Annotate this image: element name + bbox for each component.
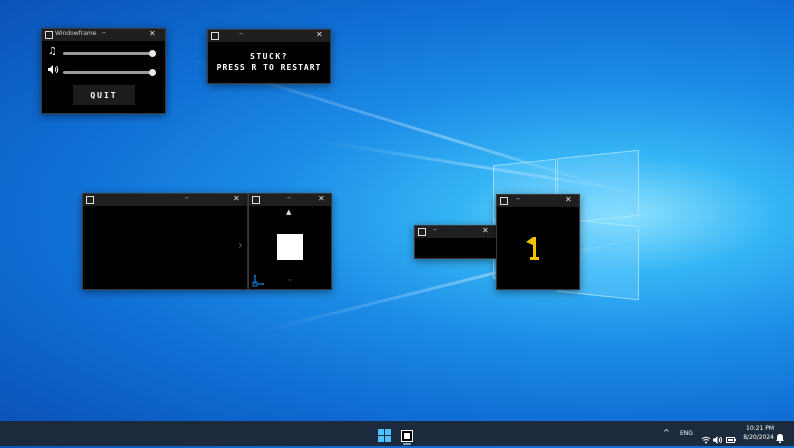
player-window[interactable]: – ✕ ▲ ⌄ bbox=[248, 193, 332, 290]
close-button[interactable]: ✕ bbox=[316, 30, 323, 39]
settings-titlebar[interactable]: Windowframe – ✕ bbox=[42, 28, 165, 41]
music-slider-track[interactable] bbox=[63, 50, 156, 57]
hint-titlebar[interactable]: – ✕ bbox=[208, 29, 330, 42]
windows-logo-icon[interactable] bbox=[378, 427, 391, 446]
wifi-icon[interactable] bbox=[701, 429, 711, 448]
window-icon bbox=[418, 228, 426, 236]
sfx-volume-slider[interactable] bbox=[48, 65, 160, 78]
active-app-indicator bbox=[403, 443, 411, 445]
minimize-button[interactable]: – bbox=[433, 225, 437, 234]
window-icon bbox=[86, 196, 94, 204]
music-volume-slider[interactable]: ♫ bbox=[48, 46, 160, 59]
notification-bell-icon[interactable] bbox=[776, 428, 784, 447]
small-platform-window[interactable]: – ✕ bbox=[414, 225, 497, 259]
clock-date[interactable]: 8/20/2024 bbox=[742, 434, 774, 441]
hint-window[interactable]: – ✕ STUCK? PRESS R TO RESTART bbox=[207, 29, 331, 84]
settings-title: Windowframe bbox=[55, 30, 97, 37]
level-left-titlebar[interactable]: – ✕ bbox=[83, 193, 247, 206]
quit-button[interactable]: QUIT bbox=[73, 85, 135, 105]
language-indicator[interactable]: ENG bbox=[680, 430, 693, 437]
jump-up-icon: ▲ bbox=[286, 208, 292, 216]
tray-chevron[interactable]: ^ bbox=[663, 428, 670, 437]
music-slider-thumb[interactable] bbox=[149, 50, 156, 57]
minimize-button[interactable]: – bbox=[239, 29, 243, 38]
hint-line-stuck: STUCK? bbox=[250, 52, 288, 61]
close-button[interactable]: ✕ bbox=[482, 226, 489, 235]
close-button[interactable]: ✕ bbox=[233, 194, 240, 203]
minimize-button[interactable]: – bbox=[102, 28, 106, 37]
minimize-button[interactable]: – bbox=[185, 193, 189, 202]
goal-window[interactable]: – ✕ bbox=[496, 194, 580, 290]
music-note-icon: ♫ bbox=[48, 46, 57, 57]
close-button[interactable]: ✕ bbox=[149, 29, 156, 38]
goal-flag-icon bbox=[525, 235, 543, 265]
minimize-button[interactable]: – bbox=[516, 194, 520, 203]
small-titlebar[interactable]: – ✕ bbox=[415, 225, 496, 238]
window-icon bbox=[252, 196, 260, 204]
window-icon bbox=[500, 197, 508, 205]
close-button[interactable]: ✕ bbox=[565, 195, 572, 204]
speaker-icon bbox=[48, 65, 59, 77]
battery-icon[interactable] bbox=[726, 429, 736, 448]
close-button[interactable]: ✕ bbox=[318, 194, 325, 203]
settings-window[interactable]: Windowframe – ✕ ♫ QUIT bbox=[41, 28, 166, 114]
level-window-left[interactable]: – ✕ › bbox=[82, 193, 248, 290]
clock-time[interactable]: 10:21 PM bbox=[742, 425, 774, 432]
hint-line-restart: PRESS R TO RESTART bbox=[216, 63, 322, 72]
goal-titlebar[interactable]: – ✕ bbox=[497, 194, 579, 207]
down-chevron-icon: ⌄ bbox=[286, 274, 294, 284]
window-icon bbox=[45, 31, 53, 39]
sfx-slider-thumb[interactable] bbox=[149, 69, 156, 76]
sfx-slider-track[interactable] bbox=[63, 69, 156, 76]
player-block bbox=[277, 234, 303, 260]
minimize-button[interactable]: – bbox=[287, 193, 291, 202]
player-titlebar[interactable]: – ✕ bbox=[249, 193, 331, 206]
window-icon bbox=[211, 32, 219, 40]
taskbar: ^ ENG 10:21 PM 8/20/2024 bbox=[0, 421, 794, 446]
volume-icon[interactable] bbox=[713, 429, 723, 448]
move-gizmo-icon bbox=[252, 272, 266, 291]
exit-right-arrow: › bbox=[238, 238, 243, 252]
